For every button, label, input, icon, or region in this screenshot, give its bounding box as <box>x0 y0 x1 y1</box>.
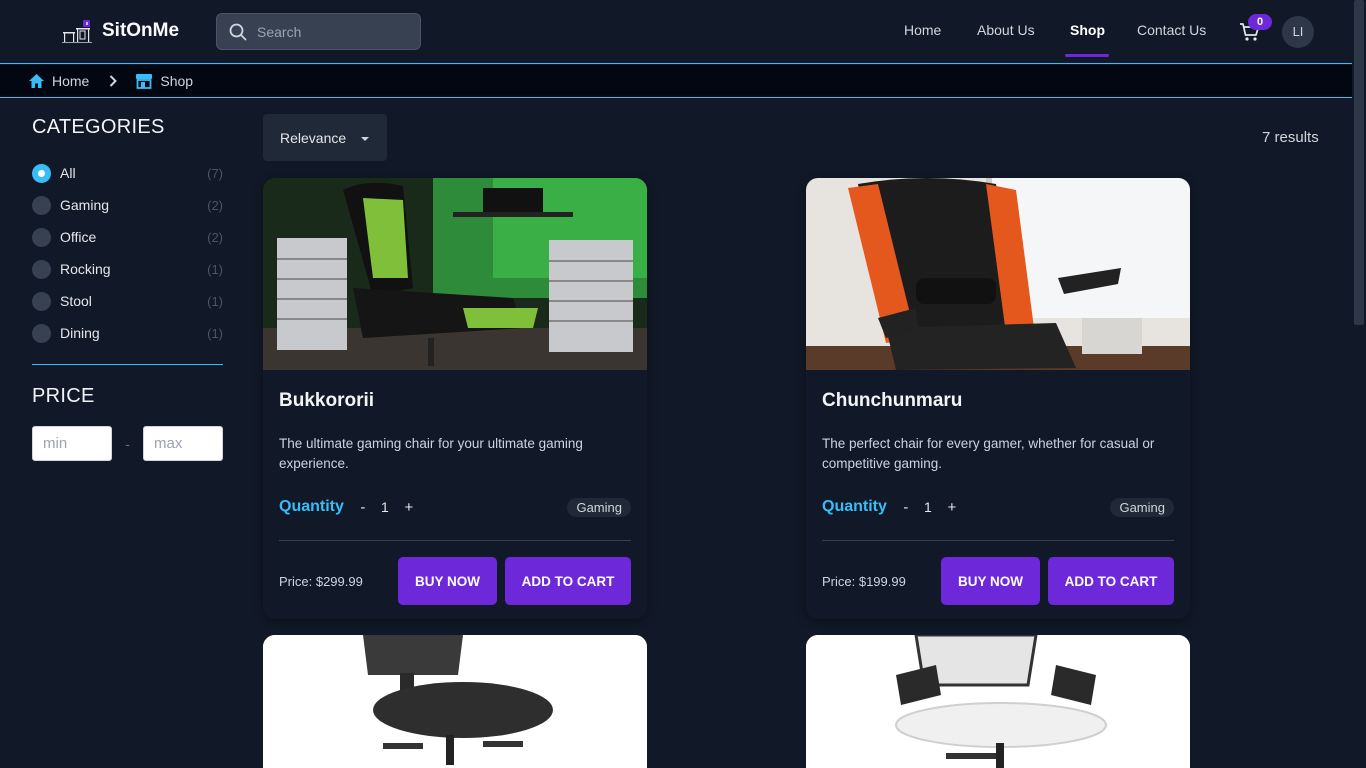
nav-contact-us[interactable]: Contact Us <box>1137 22 1206 38</box>
category-count: (1) <box>207 261 223 277</box>
breadcrumb-home-label: Home <box>52 73 90 89</box>
category-label: Rocking <box>60 261 111 277</box>
results-count: 7 results <box>1262 129 1319 146</box>
search-input[interactable] <box>257 23 407 40</box>
card-actions: Price: $199.99 BUY NOW ADD TO CART <box>822 557 1174 605</box>
category-count: (1) <box>207 325 223 341</box>
brand-logo[interactable]: SitOnMe <box>60 18 179 44</box>
card-divider <box>279 540 631 541</box>
breadcrumb-shop[interactable]: Shop <box>135 73 193 89</box>
category-rocking[interactable]: Rocking (1) <box>32 253 223 285</box>
quantity-label: Quantity <box>822 498 887 515</box>
chair-logo-icon <box>62 20 92 43</box>
price-min-input[interactable] <box>32 426 112 461</box>
category-radio[interactable] <box>32 163 51 183</box>
category-tag: Gaming <box>1110 497 1174 517</box>
caret-down-icon <box>361 137 369 141</box>
product-image-gaming-chair[interactable] <box>263 178 647 370</box>
category-gaming[interactable]: Gaming (2) <box>32 189 223 221</box>
price-heading: PRICE <box>32 385 95 407</box>
product-card: Bukkororii The ultimate gaming chair for… <box>263 178 647 619</box>
category-radio[interactable] <box>32 195 51 215</box>
product-description: The ultimate gaming chair for your ultim… <box>279 436 583 471</box>
category-office[interactable]: Office (2) <box>32 221 223 253</box>
brand-name: SitOnMe <box>102 20 180 41</box>
categories-heading: CATEGORIES <box>32 116 165 138</box>
filter-sidebar: CATEGORIES All (7) Gaming (2) Office (2)… <box>32 116 223 461</box>
home-icon <box>29 74 44 88</box>
category-count: (1) <box>207 293 223 309</box>
category-label: All <box>60 165 76 181</box>
sidebar-divider <box>32 364 223 365</box>
buy-now-button[interactable]: BUY NOW <box>398 557 497 605</box>
sort-value: Relevance <box>280 129 347 146</box>
category-label: Dining <box>60 325 100 341</box>
product-image-office-chair[interactable] <box>263 635 647 768</box>
category-all[interactable]: All (7) <box>32 157 223 189</box>
quantity-increment-button[interactable]: + <box>945 499 959 516</box>
user-avatar[interactable]: LI <box>1282 16 1314 48</box>
search-box[interactable] <box>216 13 421 50</box>
breadcrumb-home[interactable]: Home <box>28 73 89 89</box>
category-radio[interactable] <box>32 259 51 279</box>
price-max-input[interactable] <box>143 426 223 461</box>
quantity-value: 1 <box>923 499 932 515</box>
category-list: All (7) Gaming (2) Office (2) Rocking (1… <box>32 157 223 349</box>
top-navbar: SitOnMe Home About Us Shop Contact Us 0 … <box>0 0 1366 64</box>
search-icon <box>229 23 247 40</box>
category-label: Office <box>60 229 97 245</box>
product-description: The perfect chair for every gamer, wheth… <box>822 436 1155 471</box>
cart-count-badge: 0 <box>1248 14 1272 30</box>
quantity-stepper: Quantity - 1 + Gaming <box>822 496 1174 518</box>
store-icon <box>136 74 153 89</box>
product-card: Chunchunmaru The perfect chair for every… <box>806 178 1190 619</box>
category-tag: Gaming <box>567 497 631 517</box>
buy-now-button[interactable]: BUY NOW <box>941 557 1040 605</box>
category-dining[interactable]: Dining (1) <box>32 317 223 349</box>
category-count: (7) <box>207 165 223 181</box>
product-price: Price: $299.99 <box>279 573 363 589</box>
quantity-decrement-button[interactable]: - <box>356 499 370 516</box>
quantity-decrement-button[interactable]: - <box>899 499 913 516</box>
category-count: (2) <box>207 229 223 245</box>
nav-about-us[interactable]: About Us <box>977 22 1035 38</box>
product-name[interactable]: Chunchunmaru <box>822 390 1174 414</box>
category-radio[interactable] <box>32 291 51 311</box>
product-card <box>263 635 647 768</box>
product-image-office-chair[interactable] <box>806 635 1190 768</box>
category-label: Stool <box>60 293 92 309</box>
product-name[interactable]: Bukkororii <box>279 390 631 414</box>
quantity-value: 1 <box>380 499 389 515</box>
scrollbar-thumb[interactable] <box>1354 0 1364 325</box>
product-card <box>806 635 1190 768</box>
breadcrumb-shop-label: Shop <box>160 73 194 89</box>
product-price: Price: $199.99 <box>822 573 906 589</box>
breadcrumb: Home Shop <box>0 65 1352 98</box>
category-stool[interactable]: Stool (1) <box>32 285 223 317</box>
add-to-cart-button[interactable]: ADD TO CART <box>505 557 631 605</box>
product-image-gaming-chair[interactable] <box>806 178 1190 370</box>
nav-shop[interactable]: Shop <box>1070 22 1105 38</box>
category-label: Gaming <box>60 197 110 213</box>
chevron-right-icon <box>110 75 118 87</box>
price-range-separator: - <box>125 435 130 452</box>
card-actions: Price: $299.99 BUY NOW ADD TO CART <box>279 557 631 605</box>
category-radio[interactable] <box>32 323 51 343</box>
active-nav-indicator <box>1065 54 1109 57</box>
quantity-label: Quantity <box>279 498 344 515</box>
price-range: - <box>32 426 223 461</box>
quantity-increment-button[interactable]: + <box>402 499 416 516</box>
quantity-stepper: Quantity - 1 + Gaming <box>279 496 631 518</box>
page-scrollbar[interactable] <box>1352 0 1366 768</box>
nav-home[interactable]: Home <box>904 22 941 38</box>
card-divider <box>822 540 1174 541</box>
category-radio[interactable] <box>32 227 51 247</box>
add-to-cart-button[interactable]: ADD TO CART <box>1048 557 1174 605</box>
category-count: (2) <box>207 197 223 213</box>
